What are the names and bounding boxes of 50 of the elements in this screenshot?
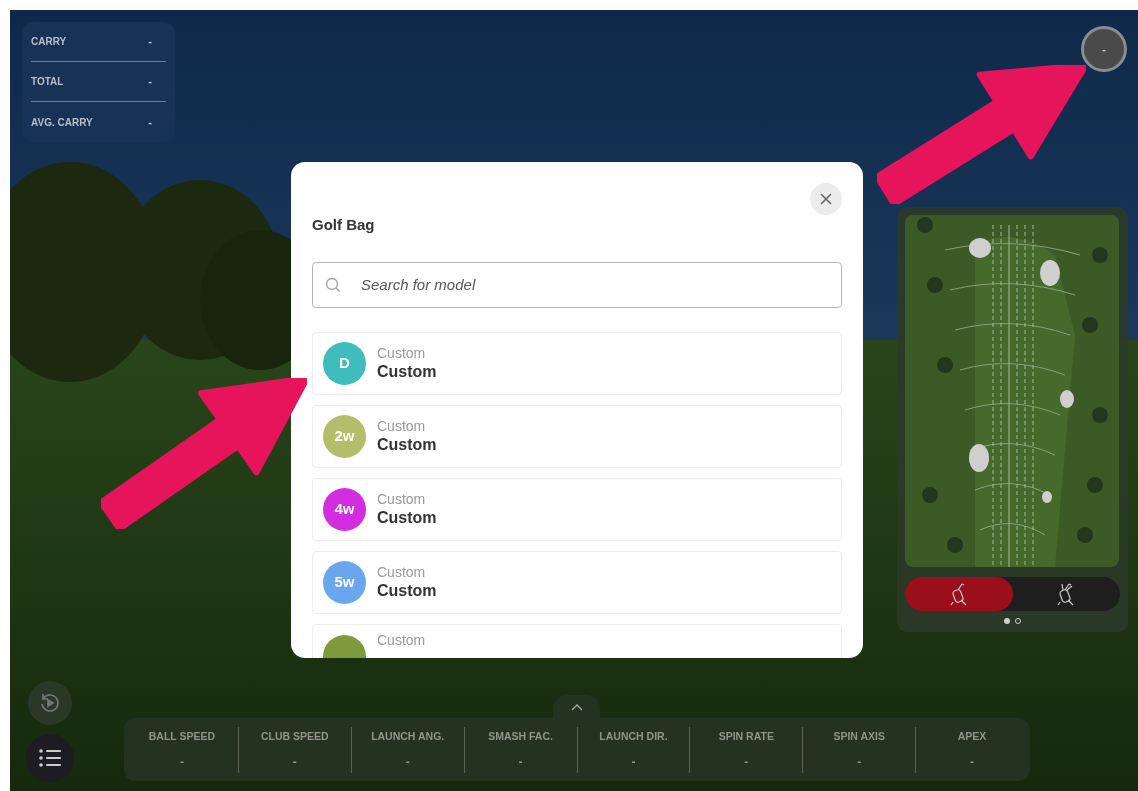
stat-label: CARRY [31,35,67,49]
close-icon [820,193,832,205]
chevron-up-icon [570,703,583,711]
golf-bag-icon [948,582,969,606]
club-subtitle: Custom [377,417,427,435]
club-name: Custom [377,435,437,455]
club-name: Custom [377,581,437,601]
metric-label: LAUNCH DIR. [599,728,668,744]
metric-value: - [970,753,975,771]
replay-icon [38,691,62,715]
metric-value: - [857,753,862,771]
club-badge: 5w [323,560,366,604]
metric-label: LAUNCH ANG. [371,728,445,744]
club-name: Custom [377,362,437,382]
club-list-item[interactable]: D Custom Custom [312,331,842,395]
dialog-title: Golf Bag [312,215,376,235]
club-subtitle: Custom [377,344,427,362]
stat-value: - [148,74,152,90]
club-subtitle: Custom [377,630,426,649]
club-subtitle: Custom [377,563,427,581]
metric-label: SPIN RATE [718,728,774,744]
stat-value: - [148,114,152,130]
list-icon [38,748,62,768]
expand-button[interactable] [553,695,600,719]
club-badge: 2w [323,414,366,458]
metric-value: - [744,753,749,771]
search-icon [325,276,341,293]
metric-value: - [292,753,297,771]
club-list-item[interactable]: 4w Custom Custom [312,477,842,541]
metric-value: - [405,753,410,771]
metric-label: CLUB SPEED [260,728,329,744]
metric-label: SMASH FAC. [488,728,553,744]
club-badge: 4w [323,487,366,531]
bag-tab[interactable] [905,577,1013,611]
club-subtitle: Custom [377,490,427,508]
metric-value: - [518,753,523,771]
metric-value: - [631,753,636,771]
metric-label: APEX [957,728,987,744]
metric-label: BALL SPEED [148,728,216,744]
club-badge: D [323,341,366,385]
stat-label: TOTAL [31,75,64,89]
close-button[interactable] [810,183,842,215]
club-list-item[interactable]: 2w Custom Custom [312,404,842,468]
stat-label: AVG. CARRY [31,115,93,130]
search-field[interactable]: Search for model [312,261,842,308]
metric-label: SPIN AXIS [833,728,885,744]
club-name: Custom [377,508,437,528]
stat-value: - [148,34,152,50]
club-list-item[interactable]: 5w Custom Custom [312,550,842,614]
metric-value: - [179,753,184,771]
